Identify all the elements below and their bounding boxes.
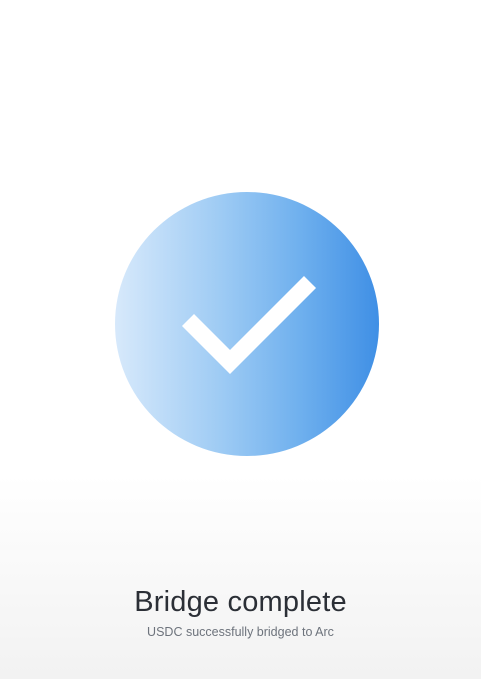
- check-icon: [181, 275, 317, 375]
- success-badge: [115, 192, 379, 456]
- bridge-complete-screen: Bridge complete USDC successfully bridge…: [0, 0, 481, 679]
- status-title: Bridge complete: [134, 586, 347, 618]
- status-message: USDC successfully bridged to Arc: [147, 625, 334, 639]
